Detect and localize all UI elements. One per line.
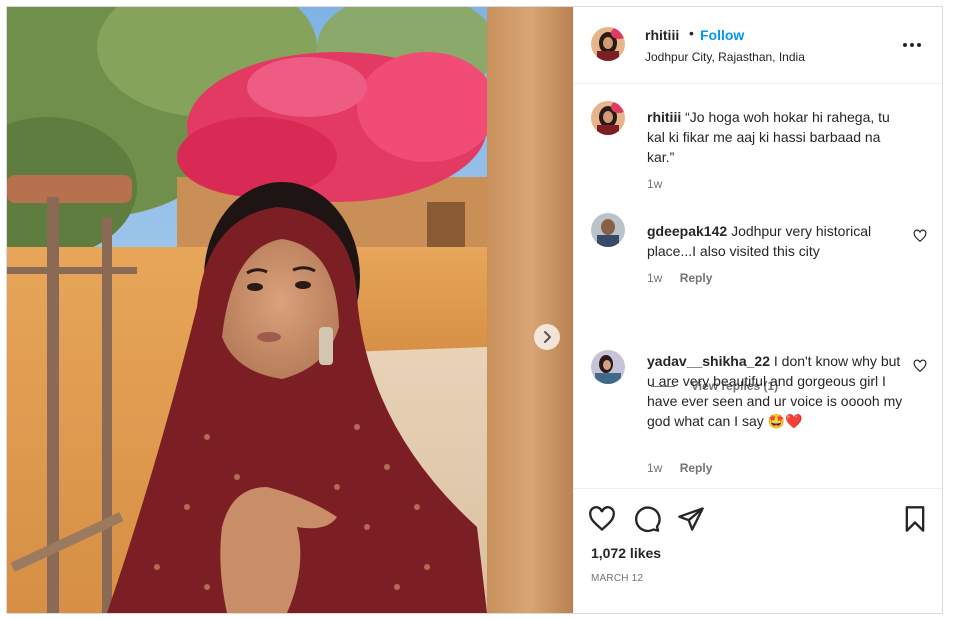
follow-button[interactable]: Follow: [700, 27, 744, 43]
more-options-icon: [903, 43, 921, 47]
comment-time[interactable]: 1w: [647, 177, 662, 191]
bookmark-icon: [905, 506, 925, 532]
heart-icon: [589, 506, 615, 532]
post-sidebar: rhitiii • Follow Jodhpur City, Rajasthan…: [573, 7, 942, 613]
likes-count[interactable]: 1,072 likes: [591, 545, 661, 561]
post-date[interactable]: MARCH 12: [591, 573, 643, 584]
post-image: [7, 7, 573, 613]
caption-comment: rhitiii “Jo hoga woh hokar hi rahega, tu…: [647, 107, 907, 167]
comment-username[interactable]: gdeepak142: [647, 223, 727, 239]
comment-time[interactable]: 1w: [647, 271, 662, 285]
post-header: rhitiii • Follow Jodhpur City, Rajasthan…: [574, 7, 942, 84]
chevron-right-icon: [544, 331, 551, 343]
reply-button[interactable]: Reply: [680, 271, 713, 285]
save-button[interactable]: [901, 505, 929, 533]
more-options-button[interactable]: [900, 33, 924, 57]
comment-text: “Jo hoga woh hokar hi rahega, tu kal ki …: [647, 109, 890, 165]
comment-emoji: 🤩❤️: [767, 413, 803, 429]
share-button[interactable]: [677, 505, 705, 533]
post-photo[interactable]: [7, 7, 573, 613]
comment-time[interactable]: 1w: [647, 461, 662, 475]
comment: gdeepak142 Jodhpur very historical place…: [647, 221, 907, 261]
post-author-username[interactable]: rhitiii: [645, 27, 679, 43]
comments-list: rhitiii “Jo hoga woh hokar hi rahega, tu…: [574, 84, 942, 488]
heart-icon: [913, 229, 927, 243]
comment-meta: 1w: [647, 177, 662, 191]
comment-username[interactable]: yadav__shikha_22: [647, 353, 770, 369]
post-location[interactable]: Jodhpur City, Rajasthan, India: [645, 50, 805, 64]
separator-dot: •: [689, 25, 694, 41]
avatar[interactable]: [591, 213, 625, 247]
next-photo-button[interactable]: [534, 324, 560, 350]
post-actions: 1,072 likes MARCH 12: [574, 488, 942, 613]
like-comment-button[interactable]: [913, 359, 927, 373]
reply-button[interactable]: Reply: [680, 461, 713, 475]
like-comment-button[interactable]: [913, 229, 927, 243]
comment-button[interactable]: [633, 505, 661, 533]
comment-username[interactable]: rhitiii: [647, 109, 681, 125]
post-dialog: rhitiii • Follow Jodhpur City, Rajasthan…: [6, 6, 943, 614]
like-button[interactable]: [588, 505, 616, 533]
comment-meta: 1w Reply: [647, 271, 712, 285]
comment-meta: 1w Reply: [647, 461, 712, 475]
avatar[interactable]: [591, 27, 625, 61]
heart-icon: [913, 359, 927, 373]
avatar[interactable]: [591, 101, 625, 135]
comment: yadav__shikha_22 I don't know why but u …: [647, 351, 907, 431]
avatar[interactable]: [591, 350, 625, 384]
send-icon: [678, 507, 704, 531]
comment-icon: [635, 506, 661, 533]
